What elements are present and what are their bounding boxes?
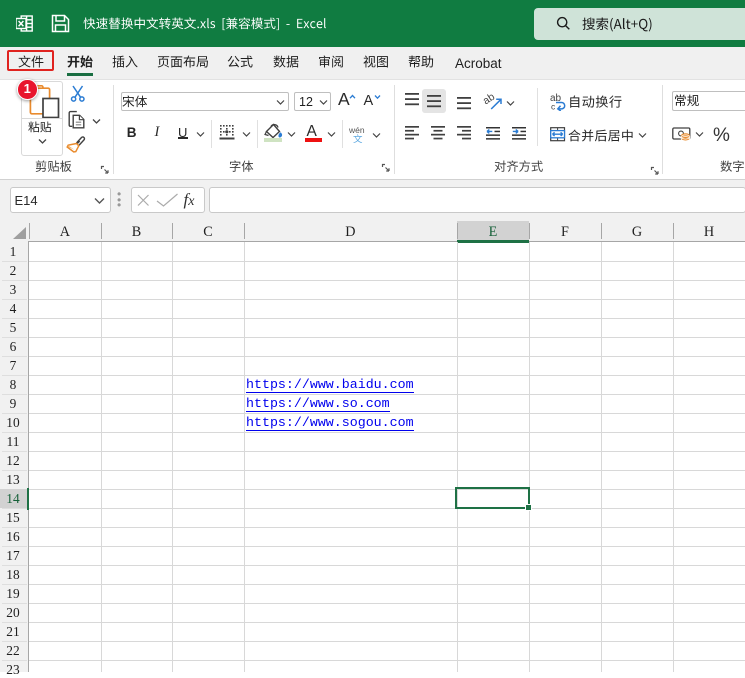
svg-text:c: c	[551, 102, 556, 112]
